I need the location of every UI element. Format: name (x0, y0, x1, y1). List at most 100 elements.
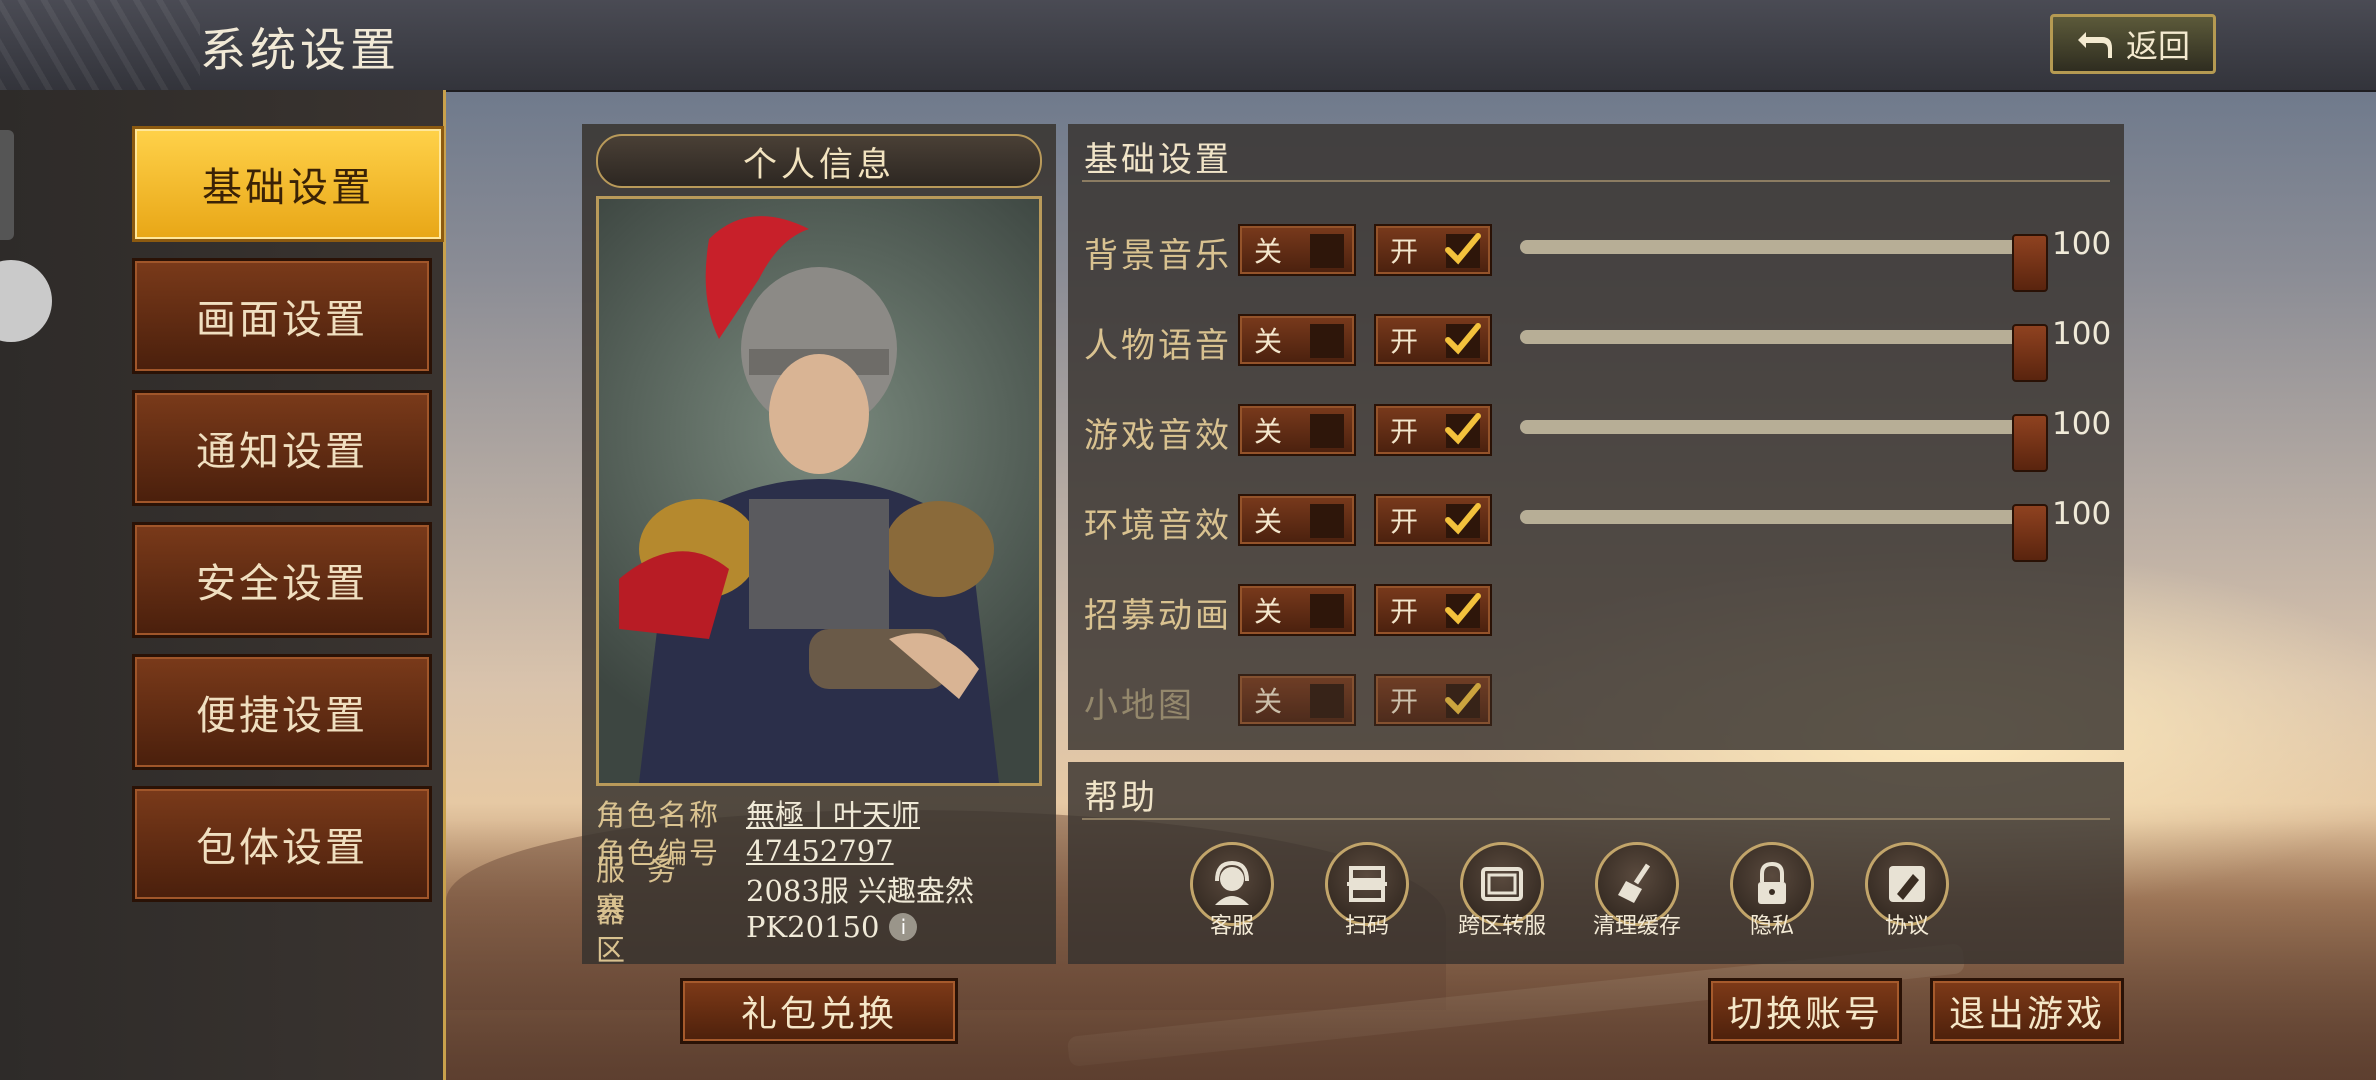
sidebar-item-display[interactable]: 画面设置 (132, 258, 432, 374)
exit-game-button[interactable]: 退出游戏 (1930, 978, 2124, 1044)
profile-info: 角色名称 無極丨叶天师 角色编号 47452797 服务器 2083服 兴趣盎然… (596, 794, 1046, 967)
help-privacy[interactable]: 隐私 (1712, 842, 1832, 940)
slider-handle[interactable] (2012, 234, 2048, 292)
check-icon (1445, 233, 1481, 265)
check-icon (1445, 593, 1481, 625)
slider-handle[interactable] (2012, 414, 2048, 472)
sfx-volume-value: 100 (2052, 406, 2112, 442)
setting-row-bgm: 背景音乐 关 开 100 (1084, 224, 2114, 292)
check-icon (1445, 323, 1481, 355)
off-label: 关 (1254, 415, 1283, 448)
help-clear-cache[interactable]: 清理缓存 (1577, 842, 1697, 940)
setting-row-voice: 人物语音 关 开 100 (1084, 314, 2114, 382)
top-bar-pattern (0, 0, 200, 90)
basic-settings-panel: 基础设置 背景音乐 关 开 100 人物语音 关 开 100 游戏音效 关 开 … (1068, 124, 2124, 750)
sidebar: 基础设置 画面设置 通知设置 安全设置 便捷设置 包体设置 (0, 90, 446, 1080)
voice-on-toggle[interactable]: 开 (1374, 314, 1492, 366)
help-customer-service[interactable]: 客服 (1172, 842, 1292, 940)
help-agreement[interactable]: 协议 (1847, 842, 1967, 940)
profile-panel: 个人信息 角色名称 無極丨叶天师 角色编号 47452797 服务器 2083服… (582, 124, 1056, 967)
setting-label-minimap: 小地图 (1084, 686, 1195, 726)
setting-label-voice: 人物语音 (1084, 326, 1232, 366)
basic-settings-title: 基础设置 (1084, 140, 1232, 180)
help-title: 帮助 (1084, 778, 1158, 818)
sidebar-item-basic[interactable]: 基础设置 (132, 126, 444, 242)
help-transfer[interactable]: 跨区转服 (1442, 842, 1562, 940)
role-id-value[interactable]: 47452797 (746, 834, 894, 868)
ambient-on-toggle[interactable]: 开 (1374, 494, 1492, 546)
bgm-volume-value: 100 (2052, 226, 2112, 262)
sfx-off-toggle[interactable]: 关 (1238, 404, 1356, 456)
profile-header: 个人信息 (596, 134, 1042, 188)
recruit-anim-off-toggle[interactable]: 关 (1238, 584, 1356, 636)
on-label: 开 (1390, 415, 1419, 448)
on-label: 开 (1390, 235, 1419, 268)
voice-off-toggle[interactable]: 关 (1238, 314, 1356, 366)
bgm-volume-slider[interactable] (1520, 234, 2048, 292)
recruit-anim-on-toggle[interactable]: 开 (1374, 584, 1492, 636)
sidebar-item-notification[interactable]: 通知设置 (132, 390, 432, 506)
sfx-on-toggle[interactable]: 开 (1374, 404, 1492, 456)
setting-row-ambient: 环境音效 关 开 100 (1084, 494, 2114, 562)
slider-handle[interactable] (2012, 324, 2048, 382)
on-label: 开 (1390, 685, 1419, 718)
page-title: 系统设置 (200, 23, 400, 77)
switch-account-button[interactable]: 切换账号 (1708, 978, 1902, 1044)
info-icon[interactable]: i (889, 913, 918, 941)
gift-redeem-button[interactable]: 礼包兑换 (680, 978, 958, 1044)
voice-volume-slider[interactable] (1520, 324, 2048, 382)
setting-label-bgm: 背景音乐 (1084, 236, 1232, 276)
help-panel: 帮助 客服 扫码 跨区转服 清理缓存 隐私 协议 (1068, 762, 2124, 964)
checkbox-empty (1310, 684, 1344, 718)
checkbox-empty (1310, 414, 1344, 448)
ambient-volume-value: 100 (2052, 496, 2112, 532)
off-label: 关 (1254, 325, 1283, 358)
sidebar-item-package[interactable]: 包体设置 (132, 786, 432, 902)
role-name-label: 角色名称 (596, 798, 721, 832)
checkbox-empty (1310, 324, 1344, 358)
help-label-scan: 扫码 (1344, 914, 1389, 939)
bgm-on-toggle[interactable]: 开 (1374, 224, 1492, 276)
minimap-off-toggle[interactable]: 关 (1238, 674, 1356, 726)
setting-row-minimap: 小地图 关 开 (1084, 674, 2114, 726)
check-icon (1445, 413, 1481, 445)
floating-assistant-icon[interactable] (0, 260, 52, 342)
setting-row-sfx: 游戏音效 关 开 100 (1084, 404, 2114, 472)
checkbox-empty (1310, 594, 1344, 628)
check-icon (1445, 503, 1481, 535)
minimap-on-toggle[interactable]: 开 (1374, 674, 1492, 726)
setting-label-sfx: 游戏音效 (1084, 416, 1232, 456)
ambient-volume-slider[interactable] (1520, 504, 2048, 562)
server-value: 2083服 兴趣盎然 (746, 874, 975, 908)
help-label-privacy: 隐私 (1749, 914, 1794, 939)
sidebar-item-shortcut[interactable]: 便捷设置 (132, 654, 432, 770)
back-button-label: 返回 (2125, 27, 2190, 65)
on-label: 开 (1390, 325, 1419, 358)
off-label: 关 (1254, 685, 1283, 718)
character-portrait-art (619, 216, 999, 783)
zone-row: 赛区 PK20150 i (596, 891, 1046, 967)
side-tab-handle[interactable] (0, 130, 14, 240)
setting-row-recruit-anim: 招募动画 关 开 (1084, 584, 2114, 636)
zone-value: PK20150 (746, 910, 880, 944)
help-scan[interactable]: 扫码 (1307, 842, 1427, 940)
return-arrow-icon (2077, 32, 2112, 58)
off-label: 关 (1254, 505, 1283, 538)
role-name-value[interactable]: 無極丨叶天师 (746, 792, 920, 834)
ambient-off-toggle[interactable]: 关 (1238, 494, 1356, 546)
sidebar-item-security[interactable]: 安全设置 (132, 522, 432, 638)
setting-label-ambient: 环境音效 (1084, 506, 1232, 546)
divider (1082, 818, 2110, 820)
bgm-off-toggle[interactable]: 关 (1238, 224, 1356, 276)
slider-handle[interactable] (2012, 504, 2048, 562)
sfx-volume-slider[interactable] (1520, 414, 2048, 472)
setting-label-recruit-anim: 招募动画 (1084, 596, 1232, 636)
help-label-transfer: 跨区转服 (1457, 914, 1546, 939)
divider (1082, 180, 2110, 182)
role-name-row: 角色名称 無極丨叶天师 (596, 794, 1046, 832)
on-label: 开 (1390, 505, 1419, 538)
help-label-agreement: 协议 (1884, 914, 1929, 939)
checkbox-empty (1310, 504, 1344, 538)
off-label: 关 (1254, 595, 1283, 628)
back-button[interactable]: 返回 (2050, 14, 2216, 74)
